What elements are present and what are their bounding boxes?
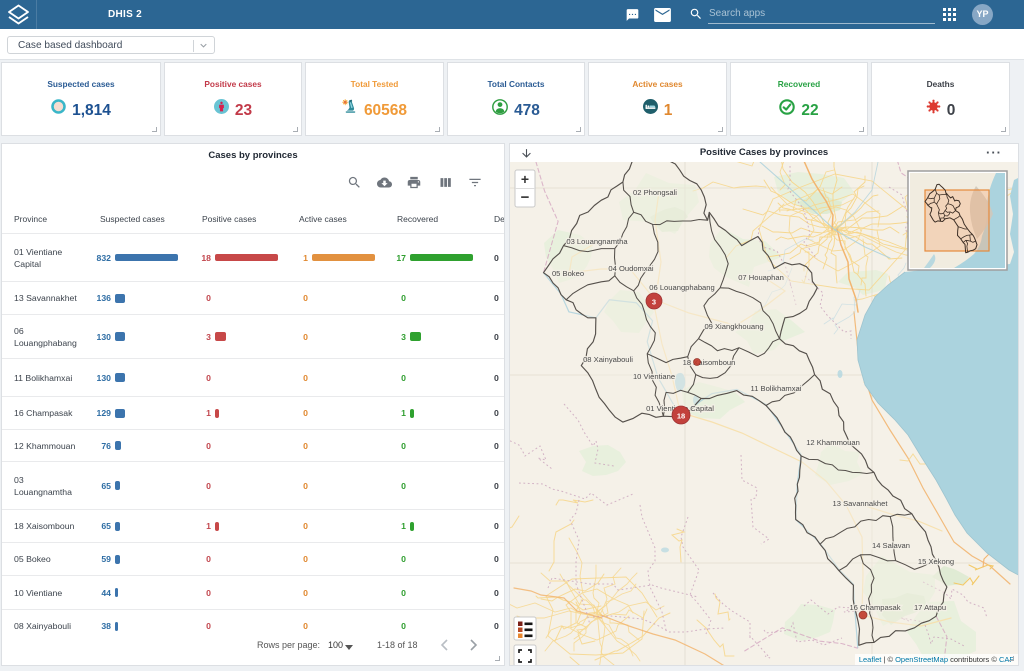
svg-text:02 Phongsali: 02 Phongsali <box>633 188 677 197</box>
svg-text:−: − <box>521 189 530 206</box>
svg-text:09 Xiangkhouang: 09 Xiangkhouang <box>704 322 763 331</box>
svg-text:12 Khammouan: 12 Khammouan <box>806 438 860 447</box>
svg-text:+: + <box>521 171 529 187</box>
svg-text:05 Bokeo: 05 Bokeo <box>552 269 584 278</box>
svg-text:03 Louangnamtha: 03 Louangnamtha <box>566 237 628 246</box>
svg-text:16 Champasak: 16 Champasak <box>849 603 900 612</box>
svg-text:17 Attapu: 17 Attapu <box>914 603 946 612</box>
svg-text:18 Xaisomboun: 18 Xaisomboun <box>683 358 736 367</box>
svg-text:13 Savannakhet: 13 Savannakhet <box>833 499 889 508</box>
svg-text:11 Bolikhamxai: 11 Bolikhamxai <box>751 384 802 393</box>
svg-text:18: 18 <box>677 412 685 421</box>
svg-text:15 Xekong: 15 Xekong <box>918 557 954 566</box>
svg-text:08 Xainyabouli: 08 Xainyabouli <box>583 355 633 364</box>
svg-text:10 Vientiane: 10 Vientiane <box>633 372 675 381</box>
svg-text:14 Salavan: 14 Salavan <box>872 541 910 550</box>
svg-text:3: 3 <box>652 298 656 307</box>
svg-text:07 Houaphan: 07 Houaphan <box>738 273 784 282</box>
svg-text:04 Oudomxai: 04 Oudomxai <box>608 264 653 273</box>
svg-text:06 Louangphabang: 06 Louangphabang <box>649 283 714 292</box>
svg-text:Leaflet | © OpenStreetMap cont: Leaflet | © OpenStreetMap contributors ©… <box>859 655 1015 664</box>
